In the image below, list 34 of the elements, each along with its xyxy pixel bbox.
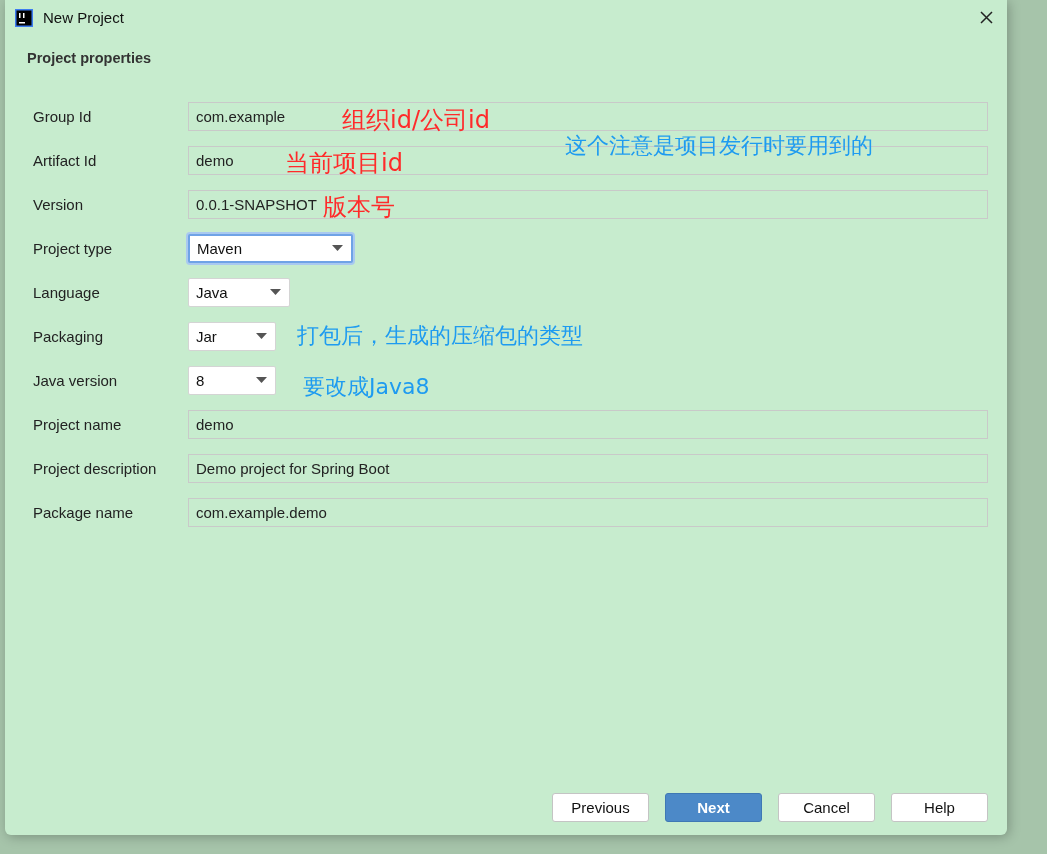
annotation-text: 要改成Java8	[303, 376, 430, 398]
close-icon[interactable]	[980, 11, 993, 24]
dialog-button[interactable]: Cancel	[778, 793, 875, 822]
text-field[interactable]: Demo project for Spring Boot	[188, 453, 988, 483]
text-field[interactable]: com.example.demo	[188, 497, 988, 527]
app-logo-icon	[15, 8, 33, 27]
caret-icon	[256, 377, 267, 383]
field-label: Group Id	[33, 107, 93, 125]
text-field[interactable]: demo	[188, 409, 988, 439]
next-button[interactable]: Next	[665, 793, 762, 822]
dialog-button[interactable]: Previous	[552, 793, 649, 822]
dropdown[interactable]: Jar	[188, 321, 276, 351]
caret-icon	[332, 245, 343, 251]
annotation-text: 版本号	[323, 195, 395, 219]
field-label: Language	[33, 283, 101, 301]
annotation-text: 打包后，生成的压缩包的类型	[297, 325, 583, 347]
caret-icon	[270, 289, 281, 295]
field-label: Project description	[33, 459, 158, 477]
window-title: New Project	[43, 9, 125, 26]
dropdown[interactable]: 8	[188, 365, 276, 395]
field-label: Project name	[33, 415, 123, 433]
dialog-button[interactable]: Help	[891, 793, 988, 822]
section-title: Project properties	[27, 50, 153, 66]
dropdown[interactable]: Java	[188, 277, 290, 307]
field-label: Packaging	[33, 327, 105, 345]
annotation-text: 当前项目id	[285, 151, 403, 175]
dropdown[interactable]: Maven	[188, 233, 353, 263]
annotation-text: 组织id/公司id	[342, 108, 490, 132]
field-label: Java version	[33, 371, 119, 389]
field-label: Project type	[33, 239, 114, 257]
field-label: Package name	[33, 503, 135, 521]
field-label: Artifact Id	[33, 151, 98, 169]
field-label: Version	[33, 195, 85, 213]
caret-icon	[256, 333, 267, 339]
